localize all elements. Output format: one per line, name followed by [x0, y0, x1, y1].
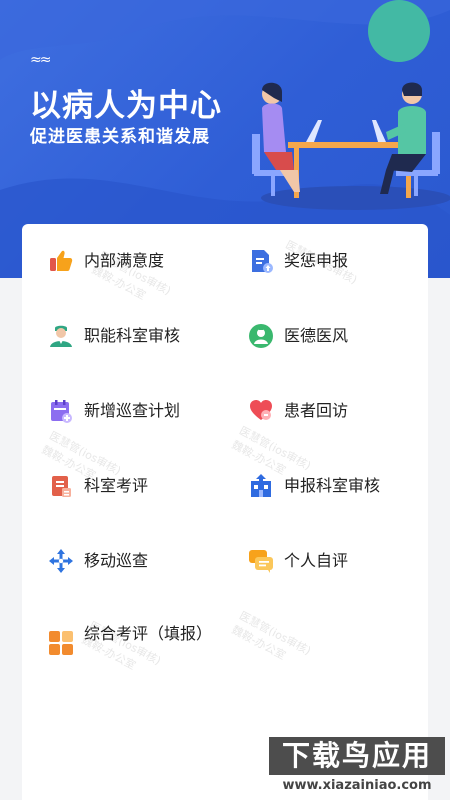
- menu-card: 医慧管(ios审核) 魏鞍-办公室 医慧管(ios审核) 医慧管(ios审核) 魏鞍…: [22, 224, 428, 800]
- chat-bubbles-icon: [249, 550, 273, 573]
- decor-circle: [368, 0, 430, 62]
- menu-item-functional-dept-review[interactable]: 职能科室审核: [48, 323, 180, 349]
- calendar-add-icon: [51, 400, 72, 423]
- nurse-badge-icon: [249, 324, 273, 348]
- menu-item-comprehensive-evaluation[interactable]: 综合考评（填报）: [48, 621, 213, 656]
- menu-item-label: 职能科室审核: [84, 326, 181, 345]
- menu-item-mobile-inspection[interactable]: 移动巡查: [48, 548, 148, 574]
- menu-item-patient-followup[interactable]: 患者回访: [248, 398, 348, 424]
- menu-item-self-evaluation[interactable]: 个人自评: [248, 548, 348, 574]
- document-upload-icon: [252, 250, 273, 273]
- thumbs-up-icon: [50, 250, 73, 271]
- watermark: 医慧管(ios审核) 魏鞍-办公室: [229, 607, 314, 672]
- menu-item-label: 综合考评（填报）: [84, 624, 213, 643]
- menu-item-new-inspection-plan[interactable]: 新增巡查计划: [48, 398, 180, 424]
- move-arrows-icon: [49, 549, 73, 573]
- grid-blocks-icon: [49, 631, 73, 655]
- menu-item-label: 科室考评: [84, 476, 149, 495]
- site-watermark-badge: 下载鸟应用 www.xiazainiao.com: [269, 737, 445, 795]
- menu-item-label: 内部满意度: [84, 251, 165, 270]
- menu-item-label: 申报科室审核: [284, 476, 381, 495]
- menu-item-internal-satisfaction[interactable]: 内部满意度: [48, 248, 164, 274]
- hero-title: 以病人为中心: [30, 88, 222, 124]
- heart-chat-icon: [250, 400, 272, 420]
- menu-item-dept-evaluation[interactable]: 科室考评: [48, 473, 148, 499]
- menu-item-label: 新增巡查计划: [84, 401, 181, 420]
- badge-title: 下载鸟应用: [269, 737, 445, 775]
- menu-item-reward-punishment-report[interactable]: 奖惩申报: [248, 248, 348, 274]
- wave-mark-icon: ≈≈: [30, 52, 52, 68]
- menu-item-label: 移动巡查: [84, 551, 149, 570]
- menu-item-label: 个人自评: [284, 551, 349, 570]
- menu-item-medical-ethics[interactable]: 医德医风: [248, 323, 348, 349]
- menu-item-report-dept-review[interactable]: 申报科室审核: [248, 473, 380, 499]
- building-upload-icon: [251, 474, 271, 497]
- menu-item-label: 医德医风: [284, 326, 349, 345]
- badge-url: www.xiazainiao.com: [282, 778, 432, 793]
- clipboard-report-icon: [52, 476, 71, 497]
- hero-subtitle: 促进医患关系和谐发展: [30, 127, 210, 147]
- doctor-patient-illustration: [252, 82, 450, 210]
- menu-item-label: 奖惩申报: [284, 251, 349, 270]
- menu-item-label: 患者回访: [284, 401, 349, 420]
- doctor-icon: [50, 325, 72, 347]
